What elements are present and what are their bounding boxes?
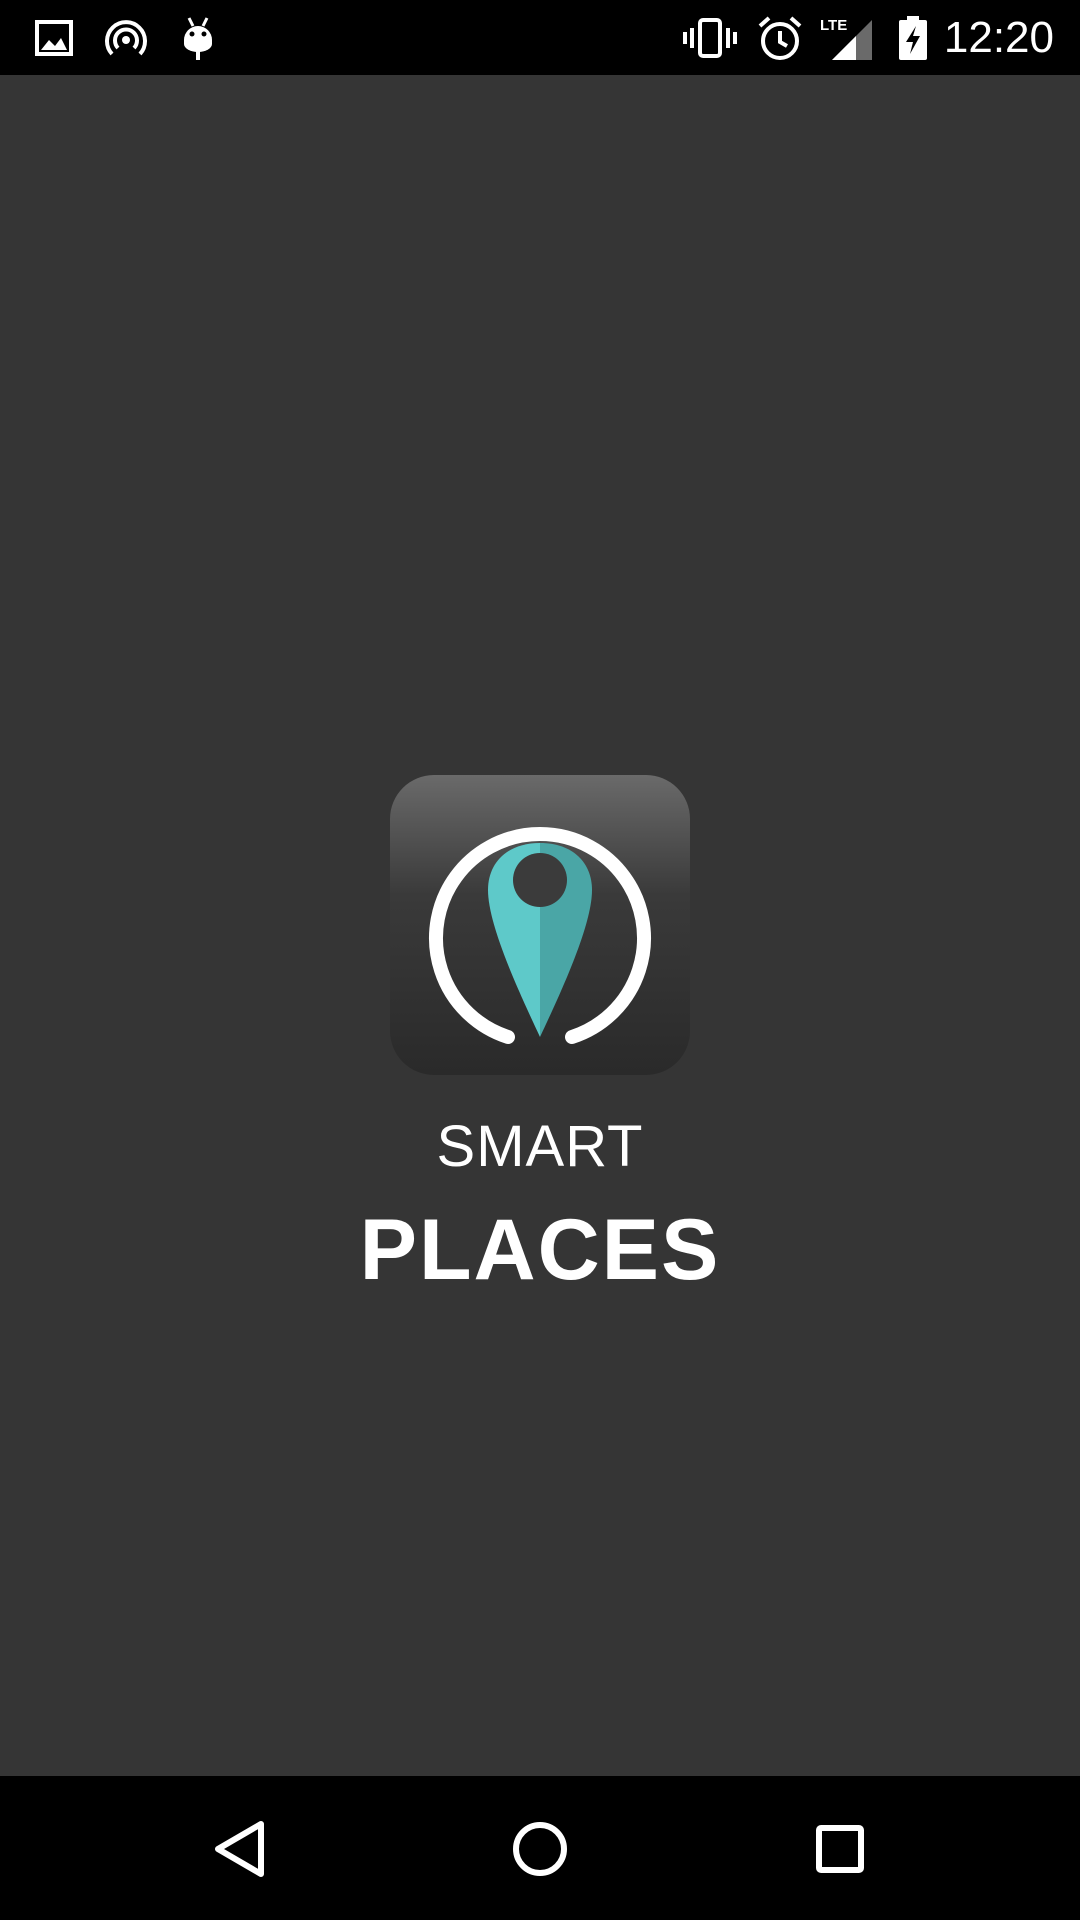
status-bar: LTE 12:20 xyxy=(0,0,1080,75)
battery-charging-icon xyxy=(899,16,927,60)
vibrate-icon xyxy=(683,18,737,58)
home-icon xyxy=(513,1822,567,1876)
home-button[interactable] xyxy=(490,1798,590,1898)
app-name-places: PLACES xyxy=(359,1202,721,1298)
lte-signal-icon: LTE xyxy=(820,17,872,60)
splash-screen: LTE 12:20 SMART PLACES xyxy=(0,0,1080,1920)
recents-icon xyxy=(816,1825,864,1873)
status-time: 12:20 xyxy=(943,13,1054,62)
back-button[interactable] xyxy=(190,1798,290,1898)
app-name-smart: SMART xyxy=(436,1114,644,1179)
app-logo xyxy=(390,775,690,1075)
recents-button[interactable] xyxy=(790,1798,890,1898)
navigation-bar xyxy=(0,1776,1080,1920)
hotspot-icon xyxy=(105,20,147,56)
back-icon xyxy=(215,1821,264,1877)
image-notification-icon xyxy=(35,20,73,56)
alarm-icon xyxy=(758,16,802,60)
location-pin-icon xyxy=(429,827,651,1044)
lte-label: LTE xyxy=(820,17,847,34)
android-debug-icon xyxy=(184,17,212,60)
